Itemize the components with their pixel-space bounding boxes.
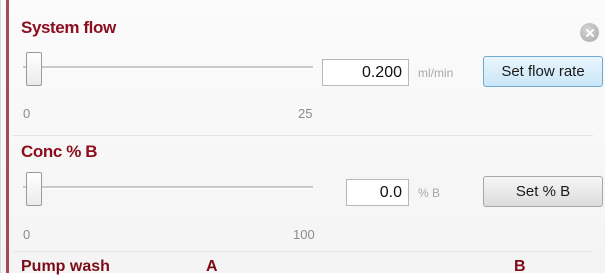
conc-slider-max-label: 100 (293, 227, 315, 242)
system-flow-title: System flow (21, 18, 116, 37)
conc-b-input[interactable] (346, 179, 409, 206)
conc-unit-label: % B (418, 186, 441, 200)
conc-slider-min-label: 0 (23, 227, 31, 242)
conc-b-title: Conc % B (21, 142, 98, 161)
close-icon (585, 28, 594, 37)
pump-wash-title: Pump wash (21, 258, 110, 275)
flow-rate-input[interactable] (322, 59, 409, 86)
flow-slider-thumb[interactable] (26, 52, 42, 86)
pump-wash-col-a: A (206, 258, 218, 275)
pump-wash-col-b: B (514, 258, 526, 275)
section-divider (13, 251, 593, 252)
close-button[interactable] (580, 23, 599, 42)
flow-slider-min-label: 0 (23, 106, 31, 121)
set-percent-b-button[interactable]: Set % B (483, 176, 603, 207)
flow-unit-label: ml/min (418, 66, 454, 80)
flow-slider-max-label: 25 (298, 106, 313, 121)
flow-slider-track[interactable] (23, 66, 313, 69)
panel-accent-bar (6, 0, 9, 273)
control-panel: System flow 0 25 ml/min Set flow rate Co… (0, 0, 605, 275)
set-flow-rate-button[interactable]: Set flow rate (483, 56, 603, 87)
section-divider (13, 135, 593, 136)
conc-slider-track[interactable] (23, 186, 313, 189)
conc-slider-thumb[interactable] (26, 172, 42, 206)
